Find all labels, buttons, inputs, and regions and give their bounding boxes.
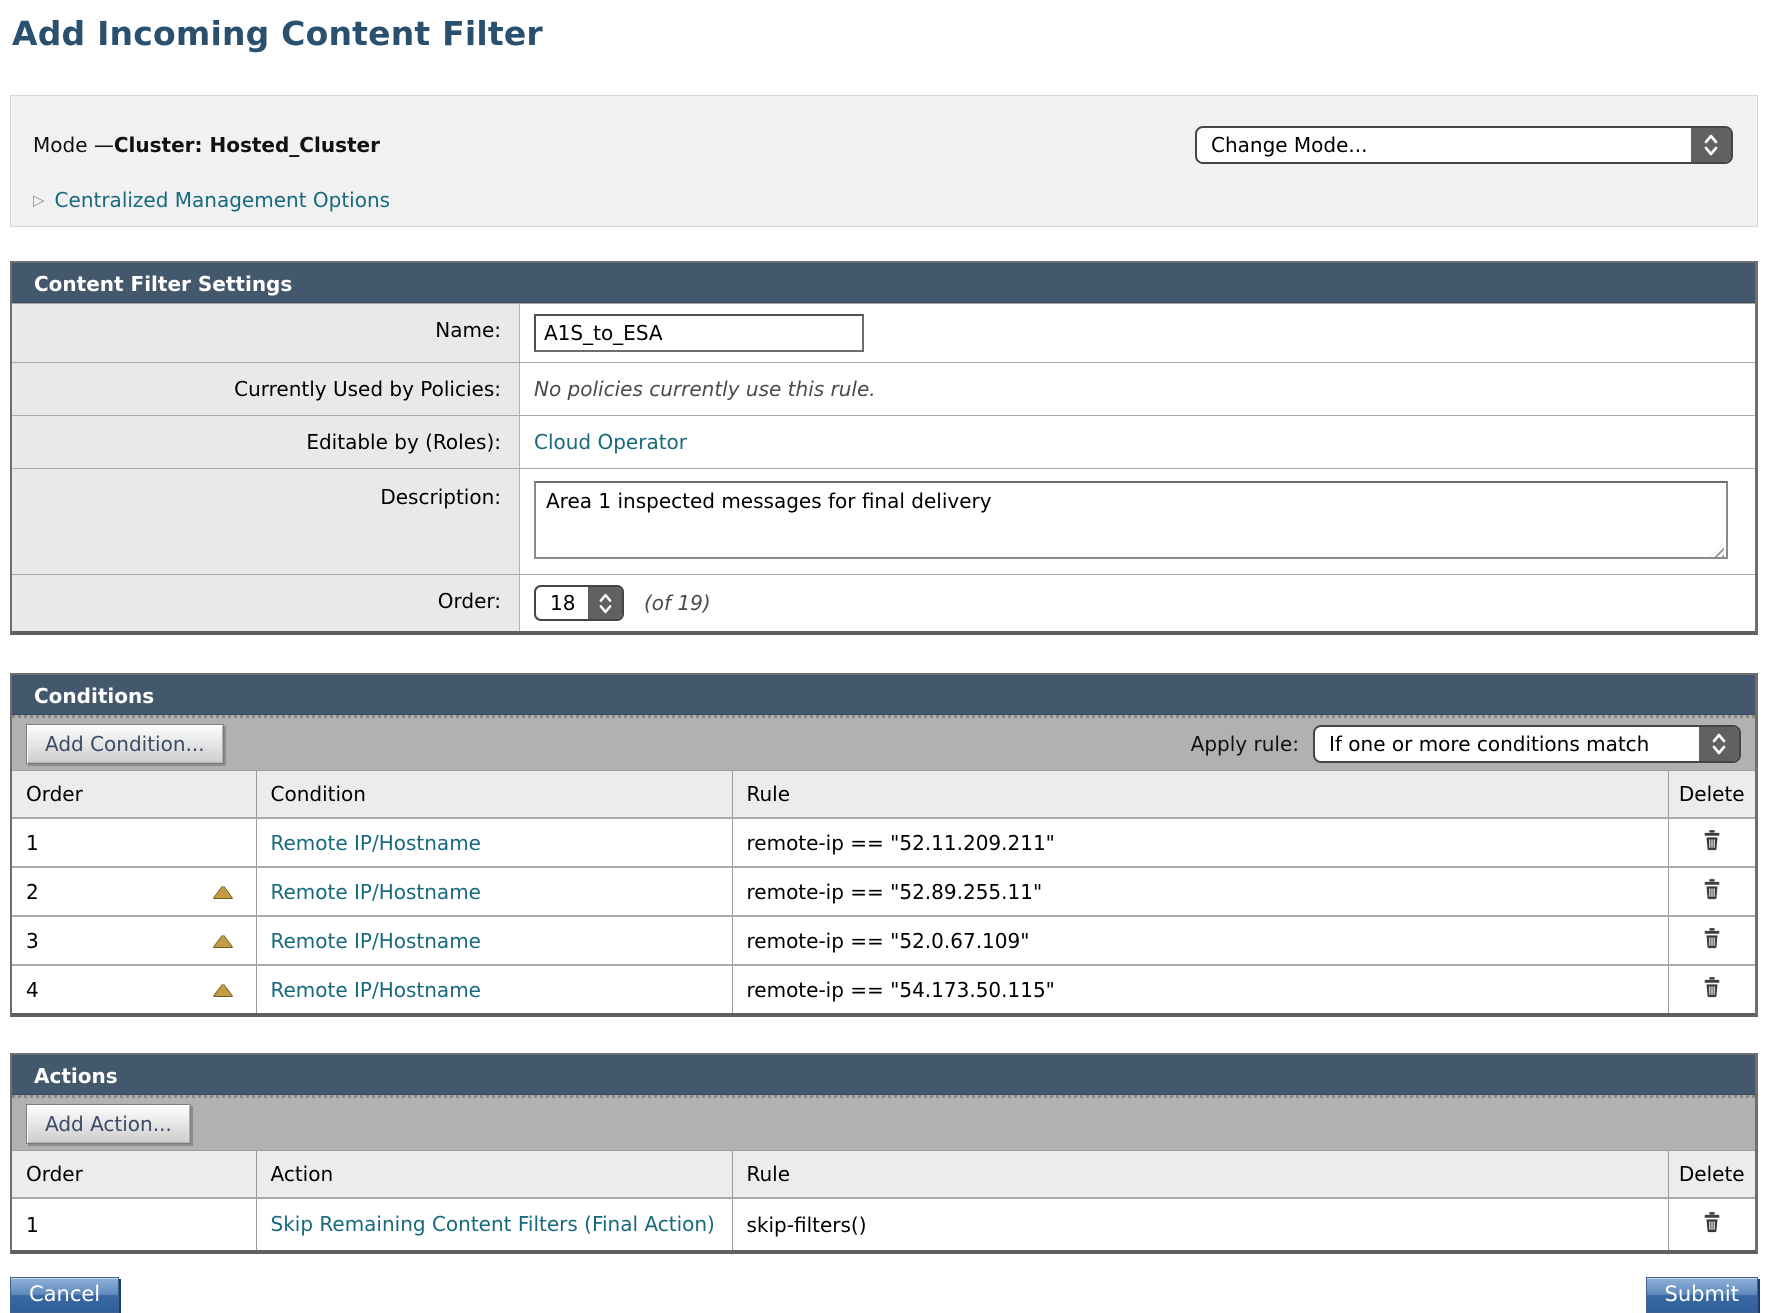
condition-order-number: 1: [26, 831, 39, 855]
condition-rule-text: remote-ip == "52.89.255.11": [747, 880, 1043, 904]
action-table-row: 1 Skip Remaining Content Filters (Final …: [12, 1198, 1755, 1250]
apply-rule-label: Apply rule:: [1191, 732, 1299, 756]
change-mode-select-value: Change Mode...: [1197, 133, 1378, 157]
condition-order-number: 4: [26, 978, 39, 1002]
conditions-col-rule: Rule: [732, 771, 1668, 819]
order-label: Order:: [12, 575, 520, 631]
condition-rule-text: remote-ip == "54.173.50.115": [747, 978, 1055, 1002]
move-up-icon[interactable]: [214, 935, 232, 947]
action-link[interactable]: Skip Remaining Content Filters (Final Ac…: [271, 1212, 715, 1236]
mode-text: Mode —Cluster: Hosted_Cluster: [33, 133, 380, 157]
description-textarea[interactable]: Area 1 inspected messages for final deli…: [534, 481, 1728, 559]
footer-bar: Cancel Submit: [10, 1277, 1758, 1313]
apply-rule-select[interactable]: If one or more conditions match: [1313, 725, 1741, 763]
disclosure-triangle-icon[interactable]: ▷: [33, 193, 45, 208]
mode-panel: Mode —Cluster: Hosted_Cluster Change Mod…: [10, 95, 1758, 227]
condition-link[interactable]: Remote IP/Hostname: [271, 978, 481, 1002]
condition-rule-text: remote-ip == "52.0.67.109": [747, 929, 1030, 953]
actions-header: Actions: [12, 1055, 1755, 1095]
policies-row: Currently Used by Policies: No policies …: [12, 362, 1755, 415]
editable-by-roles-label: Editable by (Roles):: [12, 416, 520, 468]
add-action-button[interactable]: Add Action...: [26, 1104, 191, 1144]
policies-label: Currently Used by Policies:: [12, 363, 520, 415]
select-stepper-icon: [1691, 128, 1731, 162]
name-input[interactable]: [534, 314, 864, 352]
condition-order-number: 3: [26, 929, 39, 953]
conditions-col-condition: Condition: [256, 771, 732, 819]
condition-table-row: 2 Remote IP/Hostname remote-ip == "52.89…: [12, 867, 1755, 916]
delete-condition-button[interactable]: [1701, 927, 1723, 949]
trash-icon: [1701, 976, 1723, 998]
condition-link[interactable]: Remote IP/Hostname: [271, 929, 481, 953]
cancel-button[interactable]: Cancel: [10, 1277, 119, 1313]
change-mode-select[interactable]: Change Mode...: [1195, 126, 1733, 164]
condition-table-row: 4 Remote IP/Hostname remote-ip == "54.17…: [12, 965, 1755, 1013]
conditions-panel: Conditions Add Condition... Apply rule: …: [10, 673, 1758, 1017]
add-incoming-content-filter-page: Add Incoming Content Filter Mode —Cluste…: [0, 0, 1770, 1313]
actions-table: Order Action Rule Delete 1 Skip Remainin…: [12, 1150, 1755, 1250]
conditions-header: Conditions: [12, 675, 1755, 715]
delete-action-button[interactable]: [1701, 1211, 1723, 1233]
conditions-toolbar: Add Condition... Apply rule: If one or m…: [12, 715, 1755, 770]
order-select[interactable]: 18: [534, 585, 624, 621]
policies-value: No policies currently use this rule.: [534, 377, 876, 401]
action-rule-text: skip-filters(): [747, 1213, 867, 1237]
select-stepper-icon: [1699, 727, 1739, 761]
conditions-col-order: Order: [12, 771, 256, 819]
trash-icon: [1701, 829, 1723, 851]
condition-table-row: 1 Remote IP/Hostname remote-ip == "52.11…: [12, 818, 1755, 867]
condition-link[interactable]: Remote IP/Hostname: [271, 880, 481, 904]
mode-label: Mode —: [33, 133, 114, 157]
delete-condition-button[interactable]: [1701, 878, 1723, 900]
trash-icon: [1701, 927, 1723, 949]
name-label: Name:: [12, 304, 520, 362]
trash-icon: [1701, 878, 1723, 900]
apply-rule-select-value: If one or more conditions match: [1315, 732, 1659, 756]
mode-value: Cluster: Hosted_Cluster: [114, 133, 380, 157]
order-row: Order: 18 (of 19): [12, 574, 1755, 631]
condition-table-row: 3 Remote IP/Hostname remote-ip == "52.0.…: [12, 916, 1755, 965]
action-order-number: 1: [26, 1213, 39, 1237]
select-stepper-icon: [588, 587, 622, 619]
editable-row: Editable by (Roles): Cloud Operator: [12, 415, 1755, 468]
cloud-operator-link[interactable]: Cloud Operator: [534, 430, 687, 454]
content-filter-settings-header: Content Filter Settings: [12, 263, 1755, 303]
trash-icon: [1701, 1211, 1723, 1233]
add-condition-button[interactable]: Add Condition...: [26, 724, 224, 764]
actions-toolbar: Add Action...: [12, 1095, 1755, 1150]
actions-col-action: Action: [256, 1151, 732, 1199]
delete-condition-button[interactable]: [1701, 829, 1723, 851]
move-up-icon[interactable]: [214, 886, 232, 898]
conditions-table: Order Condition Rule Delete 1 Remote IP/…: [12, 770, 1755, 1013]
condition-order-number: 2: [26, 880, 39, 904]
submit-button[interactable]: Submit: [1646, 1277, 1759, 1313]
order-select-value: 18: [536, 591, 585, 615]
conditions-col-delete: Delete: [1668, 771, 1755, 819]
description-row: Description: Area 1 inspected messages f…: [12, 468, 1755, 574]
condition-rule-text: remote-ip == "52.11.209.211": [747, 831, 1055, 855]
page-title: Add Incoming Content Filter: [10, 10, 1758, 53]
centralized-management-options-link[interactable]: Centralized Management Options: [55, 188, 391, 212]
order-total-note: (of 19): [644, 591, 711, 615]
actions-col-delete: Delete: [1668, 1151, 1755, 1199]
actions-col-rule: Rule: [732, 1151, 1668, 1199]
delete-condition-button[interactable]: [1701, 976, 1723, 998]
description-label: Description:: [12, 469, 520, 574]
actions-panel: Actions Add Action... Order Action Rule …: [10, 1053, 1758, 1254]
move-up-icon[interactable]: [214, 984, 232, 996]
actions-col-order: Order: [12, 1151, 256, 1199]
name-row: Name:: [12, 303, 1755, 362]
content-filter-settings-panel: Content Filter Settings Name: Currently …: [10, 261, 1758, 635]
condition-link[interactable]: Remote IP/Hostname: [271, 831, 481, 855]
